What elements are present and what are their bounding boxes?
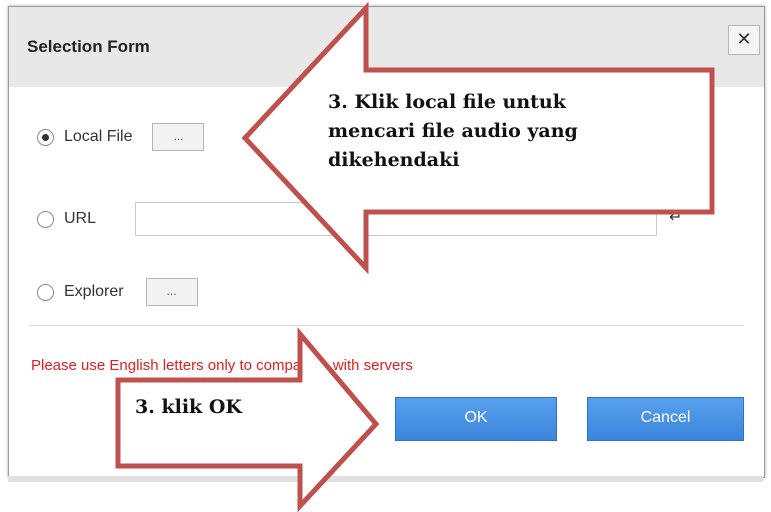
top-callout-text: 3. Klik local file untuk mencari file au… — [328, 91, 578, 171]
annotation-arrows — [115, 1, 715, 512]
bottom-callout-text: 3. klik OK — [135, 396, 242, 418]
right-pointing-arrow — [115, 327, 380, 512]
